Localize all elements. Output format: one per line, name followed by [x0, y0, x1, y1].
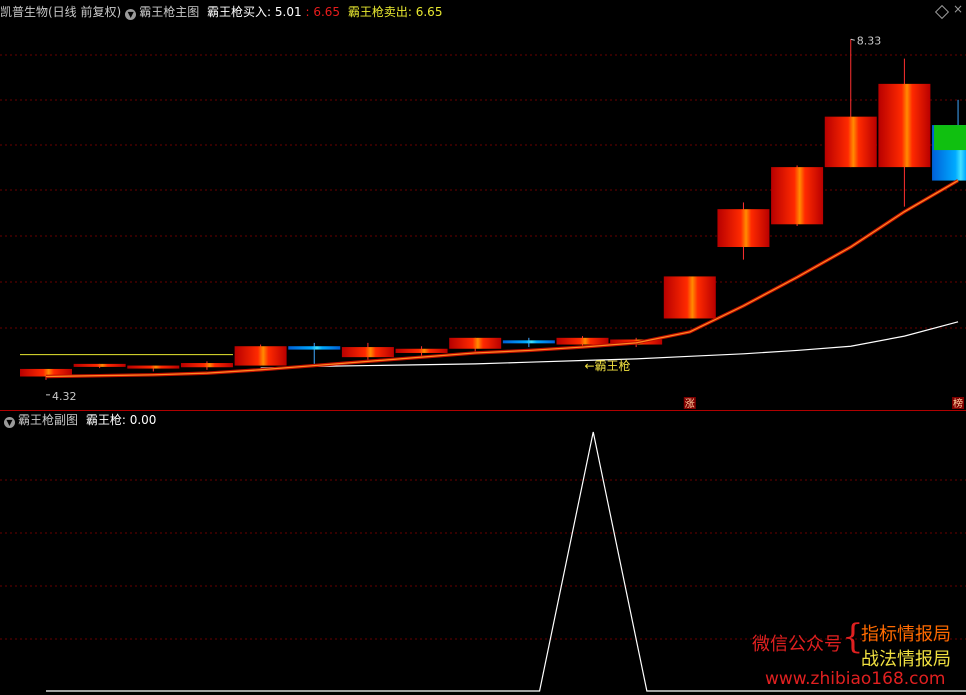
candle-body [824, 116, 877, 168]
candle-body [771, 167, 824, 225]
candle-body [878, 83, 931, 168]
price-mark-label: 8.33 [857, 34, 882, 47]
main-header: 凯普生物(日线 前复权) ▼ 霸王枪主图 霸王枪买入: 5.01 : 6.65 霸王… [0, 4, 442, 20]
chart-canvas: 4.32 8.33 ←霸王枪涨 榜 [0, 34, 966, 692]
watermark-right-top: 指标情报局 [861, 624, 951, 645]
buy-label: 霸王枪买入: [207, 5, 272, 19]
candle-sell-band [934, 125, 966, 151]
candle [878, 58, 931, 207]
watermark-left: 微信公众号 [752, 634, 842, 655]
candle-body [717, 209, 770, 247]
chevron-down-icon[interactable]: ▼ [125, 9, 137, 20]
candle-body [127, 365, 180, 369]
candle-body [180, 363, 233, 368]
candle [932, 99, 966, 181]
candle-body [288, 346, 341, 350]
badge-label: 涨 [685, 398, 695, 410]
buy-value-2-text: 6.65 [313, 5, 341, 19]
candle-body [341, 347, 394, 358]
candle-body [395, 348, 448, 353]
candle [73, 363, 126, 369]
candle [771, 165, 824, 226]
sub-header: ▼ 霸王枪副图 霸王枪: 0.00 [0, 412, 156, 428]
sub-value: 0.00 [129, 413, 157, 427]
main-indicator-name[interactable]: 霸王枪主图 [139, 5, 199, 19]
candle [127, 365, 180, 372]
candle [341, 342, 394, 360]
sell-label: 霸王枪卖出: [347, 5, 412, 19]
candle [180, 361, 233, 370]
candle-body [449, 337, 502, 349]
candle-body [234, 346, 287, 366]
sub-label: 霸王枪: [85, 413, 126, 427]
candle [234, 344, 287, 366]
price-mark-tick [850, 38, 855, 41]
signal-annotation-label: ←霸王枪 [585, 358, 631, 373]
stock-title: 凯普生物(日线 前复权) [0, 5, 122, 19]
candle: 4.32 [20, 368, 77, 403]
candle-body [502, 340, 555, 344]
candle-body [73, 363, 126, 367]
sell-value: 6.65 [415, 5, 443, 19]
chevron-down-icon[interactable]: ▼ [4, 417, 15, 428]
candle [502, 337, 555, 348]
badge-label: 榜 [953, 397, 963, 410]
price-mark-label: 4.32 [52, 390, 77, 403]
buy-value: 5.01 [274, 5, 302, 19]
candle-body [663, 276, 716, 319]
watermark-right-bottom: 战法情报局 [861, 649, 951, 670]
watermark-url: www.zhibiao168.com [765, 669, 946, 689]
candle [663, 276, 716, 319]
sub-indicator-name[interactable]: 霸王枪副图 [18, 413, 78, 427]
candle-body [556, 337, 609, 345]
candle: 8.33 [824, 34, 882, 168]
buy-value-2: : 6.65 [305, 5, 341, 19]
close-icon[interactable]: × [953, 2, 963, 16]
candle [288, 342, 341, 364]
candle [717, 202, 770, 260]
